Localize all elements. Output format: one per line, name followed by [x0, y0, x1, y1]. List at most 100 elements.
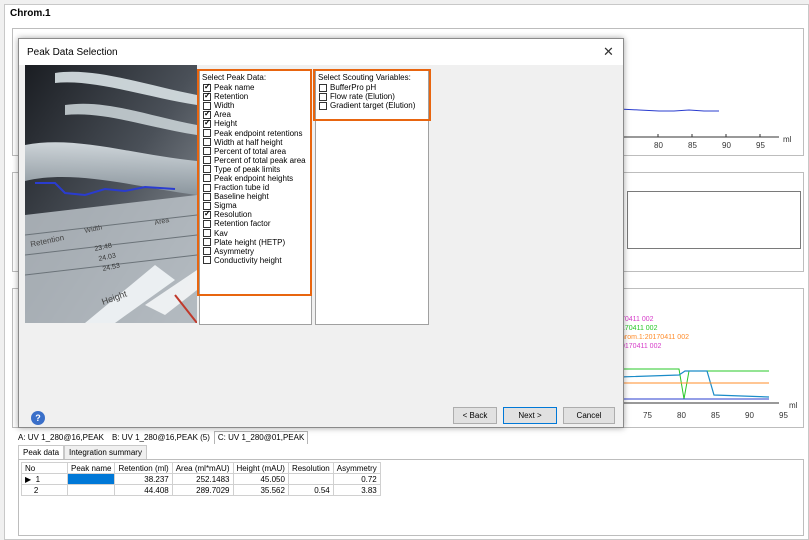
checkbox-item[interactable]: Gradient target (Elution): [316, 101, 428, 110]
checkbox-unchecked-icon[interactable]: [203, 129, 211, 138]
help-icon[interactable]: ?: [31, 411, 45, 425]
x-tick-label: 80: [677, 411, 686, 420]
checkbox-unchecked-icon[interactable]: [203, 229, 211, 238]
checkbox-item[interactable]: Baseline height: [200, 192, 310, 201]
checkbox-label: Area: [214, 110, 231, 120]
tab-peak-data[interactable]: Peak data: [18, 445, 65, 460]
checkbox-item[interactable]: Sigma: [200, 201, 310, 210]
checkbox-label: Baseline height: [214, 192, 269, 202]
x-tick-label: 85: [711, 411, 720, 420]
dialog-title: Peak Data Selection: [27, 47, 118, 58]
legend-entry: hrom.1:20170411 002: [621, 334, 689, 341]
checkbox-unchecked-icon[interactable]: [319, 92, 327, 101]
back-button[interactable]: < Back: [453, 407, 497, 424]
column-header[interactable]: Retention (ml): [114, 462, 173, 474]
asymmetry-cell[interactable]: 3.83: [332, 484, 381, 496]
checkbox-item[interactable]: Percent of total peak area: [200, 156, 310, 165]
retention-cell[interactable]: 38.237: [114, 473, 173, 485]
column-header[interactable]: Peak name: [66, 462, 116, 474]
checkbox-checked-icon[interactable]: [203, 91, 211, 101]
area-cell[interactable]: 252.1483: [171, 473, 234, 485]
checkbox-label: Width at half height: [214, 137, 283, 147]
x-tick-label: 85: [688, 141, 697, 150]
checkbox-unchecked-icon[interactable]: [203, 192, 211, 201]
checkbox-label: Fraction tube id: [214, 183, 270, 193]
peak-name-cell[interactable]: [66, 484, 116, 496]
next-button[interactable]: Next >: [503, 407, 557, 424]
checkbox-item[interactable]: BufferPro pH: [316, 83, 428, 92]
legend-entry: 170411 002: [621, 325, 658, 332]
tab-chrom-c[interactable]: C: UV 1_280@01,PEAK: [213, 431, 309, 444]
checkbox-checked-icon[interactable]: [203, 209, 211, 219]
peak-name-cell-selected[interactable]: [66, 473, 116, 485]
checkbox-label: Type of peak limits: [214, 164, 281, 174]
checkbox-unchecked-icon[interactable]: [203, 238, 211, 247]
tab-chrom-a[interactable]: A: UV 1_280@16,PEAK: [14, 431, 108, 444]
checkbox-item[interactable]: Height: [200, 118, 310, 129]
column-header[interactable]: Resolution: [287, 462, 334, 474]
checkbox-checked-icon[interactable]: [203, 118, 211, 128]
checkbox-item[interactable]: Peak endpoint heights: [200, 174, 310, 183]
checkbox-item[interactable]: Flow rate (Elution): [316, 92, 428, 101]
tab-chrom-b[interactable]: B: UV 1_280@16,PEAK (5): [108, 431, 214, 444]
uv-curve: [619, 108, 719, 112]
checkbox-item[interactable]: Area: [200, 109, 310, 120]
column-header[interactable]: Asymmetry: [332, 462, 381, 474]
checkbox-item[interactable]: Retention: [200, 91, 310, 102]
column-header[interactable]: Area (ml*mAU): [171, 462, 234, 474]
checkbox-unchecked-icon[interactable]: [203, 156, 211, 165]
checkbox-item[interactable]: Type of peak limits: [200, 165, 310, 174]
checkbox-unchecked-icon[interactable]: [203, 247, 211, 256]
checkbox-label: Flow rate (Elution): [330, 92, 395, 102]
checkbox-item[interactable]: Peak name: [200, 82, 310, 92]
checkbox-item[interactable]: Kav: [200, 229, 310, 238]
checkbox-unchecked-icon[interactable]: [203, 147, 211, 156]
checkbox-item[interactable]: Plate height (HETP): [200, 238, 310, 247]
checkbox-label: Height: [214, 119, 238, 129]
column-header[interactable]: Height (mAU): [232, 462, 289, 474]
checkbox-unchecked-icon[interactable]: [203, 256, 211, 265]
table-row[interactable]: 2 44.408 289.7029 35.562 0.54 3.83: [21, 484, 381, 496]
checkbox-unchecked-icon[interactable]: [203, 138, 211, 147]
retention-cell[interactable]: 44.408: [114, 484, 173, 496]
asymmetry-cell[interactable]: 0.72: [332, 473, 381, 485]
chromatogram-top-plot: [619, 108, 779, 138]
checkbox-item[interactable]: Conductivity height: [200, 256, 310, 265]
close-icon[interactable]: ✕: [603, 44, 614, 60]
area-cell[interactable]: 289.7029: [171, 484, 234, 496]
table-row[interactable]: ▶ 1 38.237 252.1483 45.050 0.72: [21, 473, 381, 485]
checkbox-item[interactable]: Resolution: [200, 209, 310, 220]
checkbox-item[interactable]: Percent of total area: [200, 147, 310, 156]
resolution-cell[interactable]: 0.54: [287, 484, 334, 496]
checkbox-label: Resolution: [214, 210, 252, 220]
height-cell[interactable]: 45.050: [232, 473, 289, 485]
row-number: 2: [33, 485, 39, 495]
curve-list-box[interactable]: [627, 191, 801, 249]
x-tick-label: 90: [745, 411, 754, 420]
checkbox-item[interactable]: Width at half height: [200, 138, 310, 147]
cancel-button[interactable]: Cancel: [563, 407, 615, 424]
checkbox-unchecked-icon[interactable]: [319, 83, 327, 92]
tab-integration-summary[interactable]: Integration summary: [64, 445, 147, 460]
resolution-cell[interactable]: [287, 473, 334, 485]
height-cell[interactable]: 35.562: [232, 484, 289, 496]
checkbox-unchecked-icon[interactable]: [203, 174, 211, 183]
checkbox-label: Conductivity height: [214, 255, 282, 265]
column-header[interactable]: No: [21, 462, 68, 474]
checkbox-label: Kav: [214, 228, 228, 238]
checkbox-unchecked-icon[interactable]: [203, 165, 211, 174]
checkbox-item[interactable]: Asymmetry: [200, 247, 310, 256]
peak-data-selection-dialog: Peak Data Selection ✕ Retention Height W…: [18, 38, 624, 428]
checkbox-unchecked-icon[interactable]: [203, 183, 211, 192]
x-tick-label: 75: [643, 411, 652, 420]
checkbox-unchecked-icon[interactable]: [203, 219, 211, 228]
row-number: 1: [35, 474, 41, 484]
checkbox-label: Retention: [214, 92, 249, 102]
checkbox-unchecked-icon[interactable]: [319, 101, 327, 110]
peak-data-list: Peak nameRetentionWidthAreaHeightPeak en…: [200, 82, 310, 265]
checkbox-item[interactable]: Retention factor: [200, 219, 310, 228]
checkbox-item[interactable]: Peak endpoint retentions: [200, 128, 310, 138]
checkbox-item[interactable]: Fraction tube id: [200, 183, 310, 192]
checkbox-item[interactable]: Width: [200, 101, 310, 110]
x-tick-label: 95: [756, 141, 765, 150]
